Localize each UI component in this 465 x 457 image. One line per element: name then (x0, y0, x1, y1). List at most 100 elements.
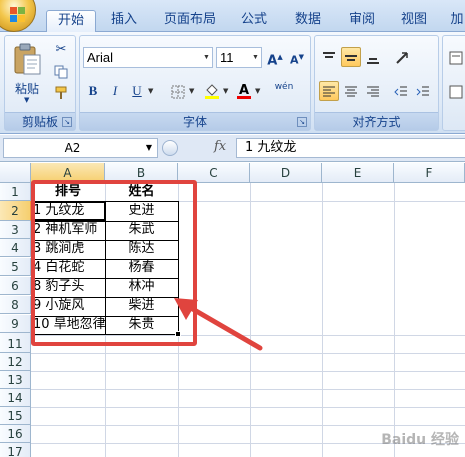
chevron-down-icon[interactable]: ▼ (143, 139, 155, 157)
font-name-value: Arial (87, 50, 114, 65)
increase-indent-icon (416, 86, 429, 96)
gridline (31, 425, 465, 426)
italic-button[interactable]: I (105, 81, 125, 101)
office-button[interactable] (0, 0, 36, 32)
fill-color-button[interactable] (202, 81, 222, 101)
paste-button[interactable]: 粘贴 ▼ (9, 40, 45, 110)
row-header-17[interactable]: 17 (0, 443, 31, 457)
annotation-arrow-icon (174, 298, 263, 351)
row-header-2[interactable]: 2 (0, 201, 31, 221)
row-header-9[interactable]: 9 (0, 315, 31, 333)
chevron-down-icon[interactable]: ▼ (189, 87, 194, 95)
decrease-indent-button[interactable] (391, 81, 411, 101)
wrap-text-button[interactable] (446, 47, 465, 67)
font-size-combo[interactable]: 11 ▼ (216, 47, 262, 68)
chevron-down-icon[interactable]: ▼ (148, 87, 153, 95)
row-header-1[interactable]: 1 (0, 183, 31, 201)
tab-view[interactable]: 视图 (392, 10, 436, 32)
tab-page-layout[interactable]: 页面布局 (154, 10, 226, 32)
align-center-button[interactable] (341, 81, 361, 101)
row-header-6[interactable]: 6 (0, 277, 31, 295)
name-box[interactable]: A2 ▼ (3, 138, 158, 158)
clipboard-group: 粘贴 ▼ ✂ 剪贴板 ↘ (4, 35, 76, 131)
row-header-16[interactable]: 16 (0, 425, 31, 443)
paste-label: 粘贴 (14, 82, 39, 96)
cut-button[interactable]: ✂ (51, 40, 71, 60)
ribbon-tab-bar: 开始 插入 页面布局 公式 数据 审阅 视图 加 (0, 0, 465, 33)
font-color-swatch (237, 96, 251, 99)
format-painter-button[interactable] (51, 82, 71, 102)
row-header-13[interactable]: 13 (0, 371, 31, 389)
bottom-align-icon (367, 58, 379, 64)
column-header-e[interactable]: E (322, 163, 394, 183)
scissors-icon: ✂ (55, 42, 67, 57)
row-header-4[interactable]: 4 (0, 239, 31, 257)
top-align-button[interactable] (319, 47, 339, 67)
insert-function-button[interactable]: fx (214, 139, 226, 154)
borders-button[interactable] (168, 81, 188, 101)
font-group: Arial ▼ 11 ▼ A▲ A▼ B I U ▼ ▼ ▼ A ▼ wén 字… (79, 35, 311, 131)
phonetic-icon: wén (274, 82, 294, 92)
formula-bar-resize-handle[interactable] (162, 140, 178, 156)
font-dialog-launcher[interactable]: ↘ (297, 117, 307, 127)
shrink-font-arrow: ▼ (298, 53, 304, 61)
merge-button[interactable] (446, 81, 465, 101)
clipboard-dialog-launcher[interactable]: ↘ (62, 117, 72, 127)
wrap-text-icon (449, 51, 463, 65)
shrink-font-button[interactable]: A▼ (286, 47, 308, 67)
chevron-down-icon[interactable]: ▼ (255, 87, 260, 95)
row-header-8[interactable]: 8 (0, 296, 31, 314)
align-center-icon (345, 86, 357, 97)
select-all-corner[interactable] (0, 163, 31, 183)
row-header-12[interactable]: 12 (0, 353, 31, 371)
increase-indent-button[interactable] (413, 81, 433, 101)
gridline (31, 407, 465, 408)
middle-align-button[interactable] (341, 47, 361, 67)
grow-font-arrow: ▲ (277, 53, 283, 61)
gridline (31, 371, 465, 372)
grow-font-button[interactable]: A▲ (264, 47, 286, 69)
paste-icon (14, 43, 41, 75)
grow-font-icon: A (267, 53, 278, 69)
number-group-partial (442, 35, 465, 131)
formula-input[interactable]: 1 九纹龙 (236, 138, 465, 158)
row-header-11[interactable]: 11 (0, 335, 31, 353)
tab-insert[interactable]: 插入 (100, 10, 148, 32)
row-header-14[interactable]: 14 (0, 389, 31, 407)
alignment-group-label: 对齐方式 (315, 112, 438, 130)
font-name-combo[interactable]: Arial ▼ (83, 47, 213, 68)
tab-review[interactable]: 审阅 (338, 10, 386, 32)
bottom-align-button[interactable] (363, 47, 383, 67)
font-color-button[interactable]: A (234, 81, 254, 101)
top-align-icon (323, 52, 335, 58)
middle-align-icon (345, 55, 357, 61)
column-header-f[interactable]: F (394, 163, 465, 183)
tab-formulas[interactable]: 公式 (232, 10, 276, 32)
align-left-icon (323, 86, 335, 97)
alignment-group: 对齐方式 (314, 35, 439, 131)
orientation-button[interactable] (391, 47, 417, 67)
chevron-down-icon[interactable]: ▼ (223, 87, 228, 95)
column-header-d[interactable]: D (250, 163, 322, 183)
chevron-down-icon: ▼ (24, 96, 30, 104)
align-right-button[interactable] (363, 81, 383, 101)
chevron-down-icon[interactable]: ▼ (201, 48, 212, 67)
chevron-down-icon[interactable]: ▼ (250, 48, 261, 67)
underline-button[interactable]: U (127, 81, 147, 101)
phonetic-guide-button[interactable]: wén (270, 81, 298, 101)
gridline (394, 183, 395, 457)
align-left-button[interactable] (319, 81, 339, 101)
tab-addins[interactable]: 加 (442, 10, 465, 32)
copy-button[interactable] (51, 61, 71, 81)
tab-data[interactable]: 数据 (284, 10, 332, 32)
orientation-icon (396, 52, 408, 64)
row-header-15[interactable]: 15 (0, 407, 31, 425)
name-box-value: A2 (64, 141, 81, 155)
formula-bar: A2 ▼ fx 1 九纹龙 (0, 135, 465, 162)
font-group-label: 字体 (80, 112, 310, 130)
tab-home[interactable]: 开始 (46, 10, 96, 33)
row-header-3[interactable]: 3 (0, 221, 31, 239)
row-header-5[interactable]: 5 (0, 258, 31, 276)
bold-button[interactable]: B (83, 81, 103, 101)
watermark: Baidu 经验 (381, 432, 459, 448)
